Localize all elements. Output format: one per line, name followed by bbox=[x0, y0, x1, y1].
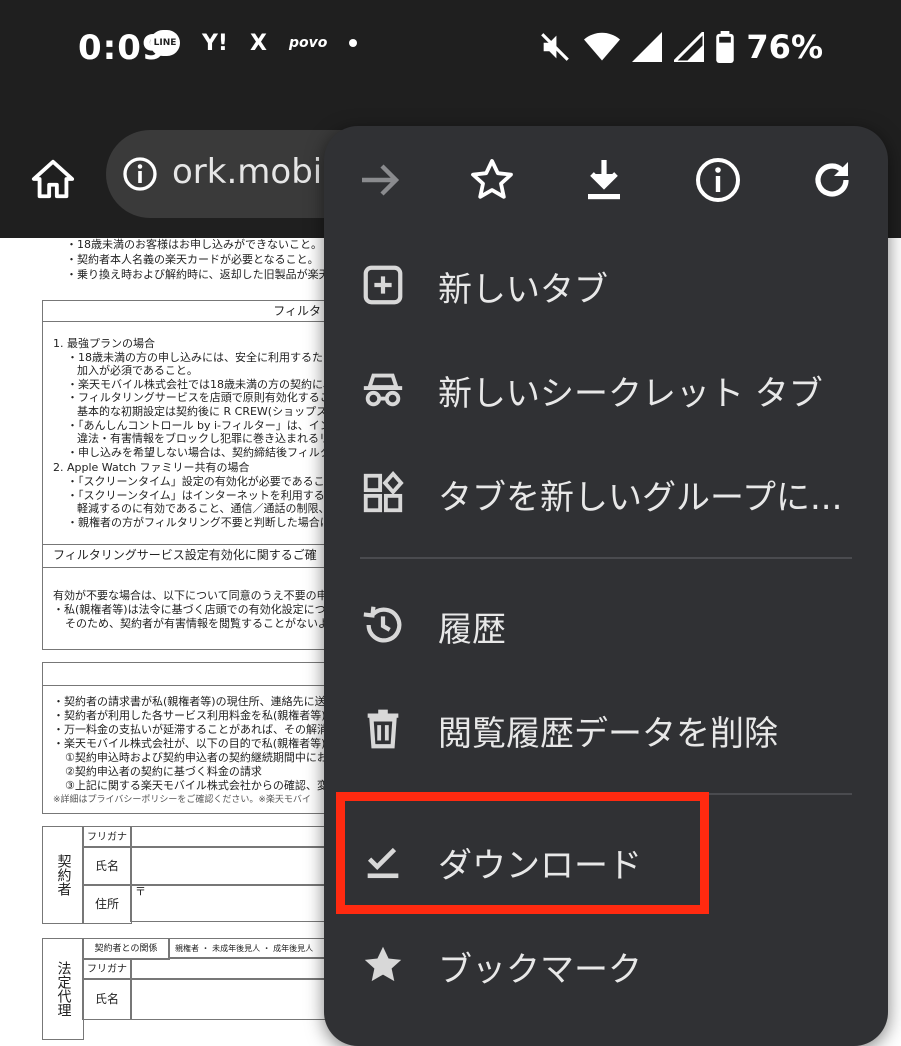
contractor-side-text: 契約者 bbox=[55, 854, 72, 896]
trash-icon bbox=[367, 709, 399, 749]
signal-full-icon bbox=[632, 32, 663, 62]
menu-item-label: タブを新しいグループに... bbox=[438, 478, 843, 518]
filter-section: フィルタ 1. 最強プランの場合 ・18歳未満の方の申し込みには、安全に利用する… bbox=[42, 300, 358, 548]
doc-line: ・契約者の請求書が私(親権者等)の現住所、連絡先に送 bbox=[53, 695, 326, 708]
doc-line: ・親権者の方がフィルタリング不要と判断した場合に bbox=[67, 516, 331, 529]
guardian-furigana-label: フリガナ bbox=[82, 958, 132, 980]
menu-item-label: ブックマーク bbox=[438, 950, 642, 990]
star-filled-icon bbox=[364, 946, 402, 982]
section-header: フィルタ bbox=[43, 301, 343, 322]
relation-label: 契約者との関係 bbox=[82, 938, 170, 960]
confirm-header: フィルタリングサービス設定有効化に関するご確 bbox=[53, 548, 317, 562]
battery-percent: 76% bbox=[746, 28, 823, 66]
highlight-box bbox=[336, 792, 709, 914]
name-label: 氏名 bbox=[82, 846, 132, 886]
battery-icon bbox=[716, 31, 735, 63]
tab-group-icon bbox=[363, 470, 404, 513]
doc-line: ・18歳未満の方の申し込みには、安全に利用するため bbox=[67, 351, 334, 364]
menu-item-label: 履歴 bbox=[438, 610, 506, 650]
povo-app-icon: povo bbox=[288, 35, 328, 51]
doc-line: ・楽天モバイル株式会社が、以下の目的で私(親権者等) bbox=[53, 737, 326, 750]
forward-arrow-icon[interactable] bbox=[356, 156, 404, 204]
guardian-side-text: 法定代理 bbox=[55, 961, 72, 1017]
doc-line: そのため、契約者が有害情報を閲覧することがないよう bbox=[65, 617, 340, 630]
menu-action-row bbox=[324, 126, 888, 236]
consent-section: ・契約者の請求書が私(親権者等)の現住所、連絡先に送 ・契約者が利用した各サービ… bbox=[42, 662, 344, 814]
menu-item-tab-group[interactable]: タブを新しいグループに... bbox=[324, 448, 888, 538]
info-icon[interactable] bbox=[122, 156, 158, 192]
doc-footnote: ※詳細はプライバシーポリシーをご確認ください。※楽天モバイ bbox=[53, 795, 311, 805]
doc-line: ③上記に関する楽天モバイル株式会社からの確認、変更 bbox=[65, 779, 339, 792]
home-icon[interactable] bbox=[30, 156, 76, 202]
doc-line: 1. 最強プランの場合 bbox=[53, 337, 155, 350]
x-app-icon: X bbox=[249, 30, 267, 56]
notification-icons: LINE Y! X povo bbox=[150, 30, 358, 56]
menu-item-history[interactable]: 履歴 bbox=[324, 580, 888, 670]
doc-line: ①契約申込時および契約申込者の契約継続期間中にお bbox=[65, 751, 328, 764]
refresh-icon[interactable] bbox=[808, 156, 856, 204]
doc-line: ・万一料金の支払いが延滞することがあれば、その解消に bbox=[53, 723, 339, 736]
doc-line: 基本的な初期設定は契約後に R CREW(ショップス bbox=[77, 405, 328, 418]
divider-line bbox=[43, 567, 343, 568]
doc-line: 2. Apple Watch ファミリー共有の場合 bbox=[53, 461, 250, 474]
section-header-text: フィルタ bbox=[273, 304, 321, 318]
more-notifications-icon bbox=[349, 39, 358, 47]
page-info-icon[interactable] bbox=[694, 156, 742, 204]
doc-line: ・申し込みを希望しない場合は、契約締結後フィルタリ bbox=[67, 446, 342, 459]
doc-line: 加入が必須であること。 bbox=[77, 364, 198, 377]
system-icons: 76% bbox=[538, 28, 823, 66]
doc-line: ・契約者が利用した各サービス利用料金を私(親権者等) bbox=[53, 709, 326, 722]
doc-line: ・乗り換え時および解約時に、返却した旧製品が楽天モ bbox=[66, 268, 341, 281]
address-field: 〒 bbox=[130, 884, 342, 922]
doc-line: ・フィルタリングサービスを店頭で原則有効化すること bbox=[67, 391, 342, 404]
doc-line: ・「あんしんコントロール by i-フィルター」は、インター bbox=[67, 419, 353, 432]
guardian-side-label: 法定代理 bbox=[42, 938, 84, 1040]
furigana-field bbox=[130, 826, 344, 848]
mute-icon bbox=[541, 33, 570, 61]
doc-line: ・契約者本人名義の楽天カードが必要となること。 bbox=[66, 253, 319, 266]
incognito-icon bbox=[363, 373, 403, 407]
status-bar: 0:09 LINE Y! X povo 76% bbox=[0, 0, 901, 100]
new-tab-icon bbox=[363, 265, 403, 305]
guardian-name-label: 氏名 bbox=[82, 978, 132, 1020]
menu-item-label: 新しいタブ bbox=[438, 270, 608, 310]
doc-line: ・「スクリーンタイム」設定の有効化が必要であること。 bbox=[67, 475, 347, 488]
history-icon bbox=[363, 606, 402, 643]
doc-line: 有効が不要な場合は、以下について同意のうえ不要の申 bbox=[53, 589, 328, 602]
yahoo-app-icon: Y! bbox=[202, 30, 228, 56]
menu-item-bookmarks[interactable]: ブックマーク bbox=[324, 920, 888, 1010]
menu-item-clear-browsing-data[interactable]: 閲覧履歴データを削除 bbox=[324, 684, 888, 774]
name-field bbox=[130, 846, 344, 886]
menu-item-label: 閲覧履歴データを削除 bbox=[438, 714, 778, 754]
relation-options: 親権者 ・ 未成年後見人 ・ 成年後見人 bbox=[168, 938, 342, 958]
contractor-side-label: 契約者 bbox=[42, 826, 84, 924]
guardian-name-field bbox=[130, 978, 344, 1020]
doc-line: ・私(親権者等)は法令に基づく店頭での有効化設定につ bbox=[53, 603, 326, 616]
doc-line: ・18歳未満のお客様はお申し込みができないこと。 bbox=[66, 238, 322, 251]
postal-mark: 〒 bbox=[135, 885, 146, 898]
menu-divider bbox=[360, 557, 852, 559]
signal-partial-icon bbox=[674, 32, 705, 62]
guardian-furigana-field bbox=[130, 958, 344, 980]
bookmark-star-icon[interactable] bbox=[468, 156, 516, 204]
doc-line: 違法・有害情報をブロックし犯罪に巻き込まれるリス bbox=[77, 432, 341, 445]
download-icon[interactable] bbox=[580, 156, 628, 204]
menu-item-label: 新しいシークレット タブ bbox=[438, 374, 823, 414]
confirm-section: フィルタリングサービス設定有効化に関するご確 有効が不要な場合は、以下について同… bbox=[42, 544, 344, 650]
divider-line bbox=[43, 685, 343, 686]
doc-line: ②契約申込者の契約に基づく料金の請求 bbox=[65, 765, 262, 778]
menu-item-incognito-tab[interactable]: 新しいシークレット タブ bbox=[324, 344, 888, 434]
doc-line: ・楽天モバイル株式会社では18歳未満の方の契約に、 bbox=[67, 378, 334, 391]
address-label: 住所 bbox=[82, 884, 132, 924]
menu-item-new-tab[interactable]: 新しいタブ bbox=[324, 240, 888, 330]
furigana-label: フリガナ bbox=[82, 826, 132, 848]
doc-line: 軽減するのに有効であること、通信／通話の制限、ア bbox=[77, 502, 341, 515]
line-app-icon: LINE bbox=[150, 30, 180, 56]
wifi-icon bbox=[584, 32, 621, 61]
doc-line: ・「スクリーンタイム」はインターネットを利用する際にア bbox=[67, 489, 358, 502]
